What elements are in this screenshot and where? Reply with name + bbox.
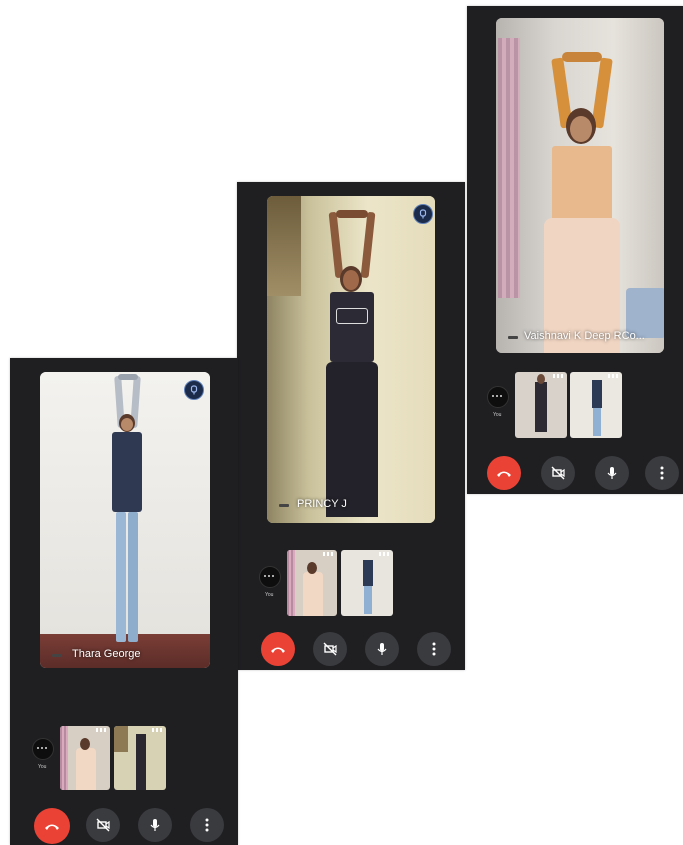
self-label: You bbox=[493, 412, 502, 418]
more-vert-icon bbox=[205, 818, 209, 832]
more-options-icon[interactable] bbox=[96, 728, 108, 732]
meet-screen-middle: PRINCY J You bbox=[237, 182, 465, 670]
participant-figure bbox=[312, 210, 392, 517]
participant-name: PRINCY J bbox=[297, 498, 347, 510]
camera-off-icon bbox=[323, 642, 337, 656]
camera-toggle-button[interactable] bbox=[313, 632, 347, 666]
participant-name: Vaishnavi K Deep RCo... bbox=[524, 330, 645, 342]
end-call-icon bbox=[497, 471, 511, 477]
participant-figure bbox=[102, 374, 152, 668]
participant-thumbnail[interactable] bbox=[114, 726, 166, 790]
more-options-button[interactable] bbox=[190, 808, 224, 842]
participant-thumbnail[interactable] bbox=[515, 372, 567, 438]
more-options-button[interactable] bbox=[645, 456, 679, 490]
self-label: You bbox=[265, 592, 274, 598]
participant-thumbnail[interactable] bbox=[60, 726, 110, 790]
microphone-icon bbox=[150, 819, 160, 831]
more-options-button[interactable] bbox=[417, 632, 451, 666]
participant-figure bbox=[526, 48, 636, 353]
more-vert-icon bbox=[432, 642, 436, 656]
self-avatar[interactable] bbox=[487, 386, 509, 408]
meet-screen-left: Thara George You bbox=[10, 358, 238, 845]
end-call-icon bbox=[45, 824, 59, 830]
self-avatar[interactable] bbox=[32, 738, 54, 760]
microphone-toggle-button[interactable] bbox=[138, 808, 172, 842]
microphone-toggle-button[interactable] bbox=[365, 632, 399, 666]
participant-thumbnail[interactable] bbox=[287, 550, 337, 616]
camera-off-icon bbox=[96, 818, 110, 832]
more-options-icon[interactable] bbox=[323, 552, 335, 556]
main-video-tile[interactable]: Thara George bbox=[40, 372, 210, 668]
microphone-icon bbox=[607, 467, 617, 479]
main-video-tile[interactable]: Vaishnavi K Deep RCo... bbox=[496, 18, 664, 353]
end-call-icon bbox=[271, 647, 285, 653]
call-controls bbox=[261, 630, 457, 666]
self-avatar[interactable] bbox=[259, 566, 281, 588]
more-options-icon[interactable] bbox=[152, 728, 164, 732]
call-controls bbox=[487, 454, 679, 490]
pin-icon[interactable] bbox=[184, 380, 204, 400]
participant-strip: You bbox=[485, 372, 675, 442]
self-label: You bbox=[38, 764, 47, 770]
end-call-button[interactable] bbox=[487, 456, 521, 490]
camera-toggle-button[interactable] bbox=[86, 808, 120, 842]
end-call-button[interactable] bbox=[261, 632, 295, 666]
microphone-icon bbox=[377, 643, 387, 655]
microphone-toggle-button[interactable] bbox=[595, 456, 629, 490]
meet-screen-right: Vaishnavi K Deep RCo... You bbox=[467, 6, 683, 494]
participant-thumbnail[interactable] bbox=[341, 550, 393, 616]
call-controls bbox=[34, 804, 230, 844]
participant-name: Thara George bbox=[72, 648, 141, 660]
pin-icon[interactable] bbox=[413, 204, 433, 224]
camera-off-icon bbox=[551, 466, 565, 480]
more-options-icon[interactable] bbox=[608, 374, 620, 378]
more-options-icon[interactable] bbox=[553, 374, 565, 378]
camera-toggle-button[interactable] bbox=[541, 456, 575, 490]
participant-strip: You bbox=[30, 724, 230, 794]
more-options-icon[interactable] bbox=[379, 552, 391, 556]
more-vert-icon bbox=[660, 466, 664, 480]
main-video-tile[interactable]: PRINCY J bbox=[267, 196, 435, 523]
end-call-button[interactable] bbox=[34, 808, 70, 844]
participant-thumbnail[interactable] bbox=[570, 372, 622, 438]
participant-strip: You bbox=[257, 548, 457, 618]
